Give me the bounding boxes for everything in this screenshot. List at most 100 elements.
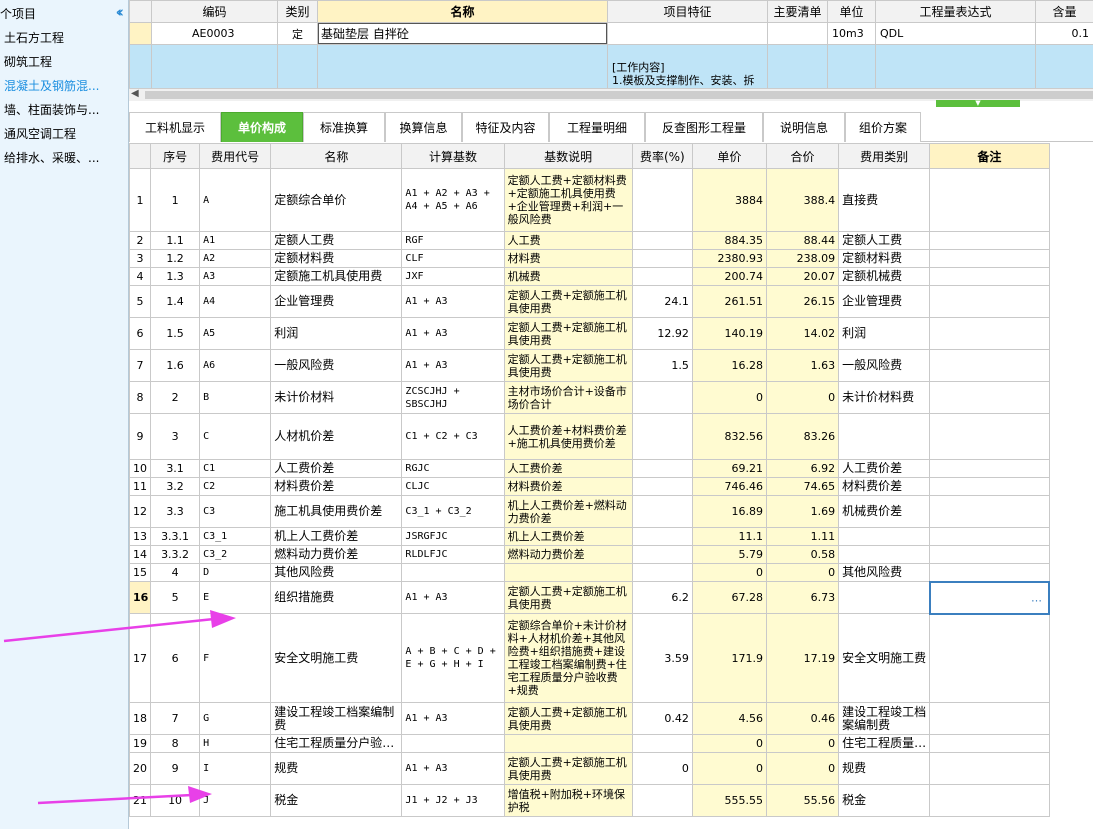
quota-code[interactable]: AE0003: [151, 22, 278, 45]
name-cell[interactable]: 未计价材料: [270, 381, 403, 414]
base-cell[interactable]: A1 + A3: [401, 349, 505, 382]
seq-cell[interactable]: 1.4: [150, 285, 201, 318]
header-name[interactable]: 名称: [317, 0, 608, 23]
desc-cell[interactable]: 定额综合单价+未计价材料+人材机价差+其他风险费+组织措施费+建设工程竣工档案编…: [503, 613, 633, 703]
category-cell[interactable]: 建设工程竣工档案编制费: [838, 702, 931, 735]
rate-cell[interactable]: 24.1: [631, 285, 693, 318]
work-content-row[interactable]: [工作内容] 1.模板及支撑制作、安装、拆: [129, 44, 1093, 89]
tab-6[interactable]: 工程量明细: [549, 112, 645, 142]
code-cell[interactable]: C3: [199, 495, 272, 528]
rate-cell[interactable]: [631, 734, 693, 753]
name-cell[interactable]: 定额施工机具使用费: [270, 267, 403, 286]
remark-cell[interactable]: [929, 527, 1050, 546]
base-cell[interactable]: [401, 563, 505, 582]
remark-cell[interactable]: [929, 613, 1050, 703]
remark-cell[interactable]: [929, 168, 1050, 232]
total-cell[interactable]: 17.19: [765, 613, 840, 703]
code-cell[interactable]: A2: [199, 249, 272, 268]
rate-cell[interactable]: [631, 563, 693, 582]
tab-5[interactable]: 特征及内容: [462, 112, 549, 142]
seq-cell[interactable]: 1.2: [150, 249, 201, 268]
remark-cell[interactable]: [929, 285, 1050, 318]
price-cell[interactable]: 3884: [691, 168, 767, 232]
header-base[interactable]: 计算基数: [401, 143, 505, 169]
price-cell[interactable]: 746.46: [691, 477, 767, 496]
table-row[interactable]: 11 3.2 C2 材料费价差 CLJC 材料费价差 746.46 74.65 材料费价差: [129, 477, 1050, 496]
tab-1[interactable]: 工料机显示: [129, 112, 221, 142]
rate-cell[interactable]: [631, 459, 693, 478]
quota-type[interactable]: 定: [277, 22, 318, 45]
table-row[interactable]: 15 4 D 其他风险费 0 0 其他风险费: [129, 563, 1050, 582]
code-cell[interactable]: A5: [199, 317, 272, 350]
sidebar-item[interactable]: 给排水、采暖、...: [0, 146, 128, 170]
tab-7[interactable]: 反查图形工程量: [645, 112, 763, 142]
desc-cell[interactable]: 定额人工费+定额施工机具使用费: [503, 752, 633, 785]
seq-cell[interactable]: 3.3: [150, 495, 201, 528]
total-cell[interactable]: 55.56: [765, 784, 840, 817]
table-row[interactable]: 9 3 C 人材机价差 C1 + C2 + C3 人工费价差+材料费价差+施工机具使用费价…: [129, 413, 1050, 460]
rate-cell[interactable]: 0.42: [631, 702, 693, 735]
desc-cell[interactable]: 机上人工费价差+燃料动力费价差: [503, 495, 633, 528]
seq-cell[interactable]: 2: [150, 381, 201, 414]
quota-expr[interactable]: QDL: [875, 22, 1036, 45]
remark-cell[interactable]: [929, 267, 1050, 286]
total-cell[interactable]: 0.46: [765, 702, 840, 735]
desc-cell[interactable]: 材料费价差: [503, 477, 633, 496]
rate-cell[interactable]: [631, 413, 693, 460]
table-row[interactable]: 19 8 H 住宅工程质量分户验… 0 0 住宅工程质量…: [129, 734, 1050, 753]
sidebar-item[interactable]: 通风空调工程: [0, 122, 128, 146]
table-row[interactable]: 12 3.3 C3 施工机具使用费价差 C3_1 + C3_2 机上人工费价差+燃料动力费…: [129, 495, 1050, 528]
name-cell[interactable]: 人材机价差: [270, 413, 403, 460]
price-cell[interactable]: 4.56: [691, 702, 767, 735]
category-cell[interactable]: 定额材料费: [838, 249, 931, 268]
category-cell[interactable]: 住宅工程质量…: [838, 734, 931, 753]
name-cell[interactable]: 利润: [270, 317, 403, 350]
rate-cell[interactable]: 0: [631, 752, 693, 785]
seq-cell[interactable]: 3.2: [150, 477, 201, 496]
name-cell[interactable]: 建设工程竣工档案编制费: [270, 702, 403, 735]
price-cell[interactable]: 140.19: [691, 317, 767, 350]
seq-cell[interactable]: 3.3.2: [150, 545, 201, 564]
table-row[interactable]: 18 7 G 建设工程竣工档案编制费 A1 + A3 定额人工费+定额施工机具使用费 0.4…: [129, 702, 1050, 735]
quota-name-input[interactable]: 基础垫层 自拌砼: [318, 23, 607, 44]
ellipsis-button[interactable]: …: [1031, 591, 1042, 604]
double-chevron-left-icon[interactable]: ‹‹: [116, 3, 125, 21]
sidebar-item[interactable]: 墙、柱面装饰与...: [0, 98, 128, 122]
table-row[interactable]: 17 6 F 安全文明施工费 A + B + C + D + E + G + H + I…: [129, 613, 1050, 703]
desc-cell[interactable]: 材料费: [503, 249, 633, 268]
sidebar-item[interactable]: 砌筑工程: [0, 50, 128, 74]
seq-cell[interactable]: 4: [150, 563, 201, 582]
base-cell[interactable]: A1 + A3: [401, 317, 505, 350]
code-cell[interactable]: A4: [199, 285, 272, 318]
desc-cell[interactable]: 增值税+附加税+环境保护税: [503, 784, 633, 817]
quota-row[interactable]: AE0003 定 基础垫层 自拌砼 10m3 QDL 0.1: [129, 22, 1093, 45]
code-cell[interactable]: C3_2: [199, 545, 272, 564]
header-remark[interactable]: 备注: [929, 143, 1050, 169]
sidebar-item[interactable]: 土石方工程: [0, 26, 128, 50]
tab-9[interactable]: 组价方案: [845, 112, 921, 142]
remark-cell[interactable]: [929, 381, 1050, 414]
code-cell[interactable]: J: [199, 784, 272, 817]
scroll-left-icon[interactable]: ◀: [131, 88, 139, 99]
total-cell[interactable]: 74.65: [765, 477, 840, 496]
rate-cell[interactable]: 3.59: [631, 613, 693, 703]
name-cell[interactable]: 人工费价差: [270, 459, 403, 478]
category-cell[interactable]: 利润: [838, 317, 931, 350]
base-cell[interactable]: JXF: [401, 267, 505, 286]
rate-cell[interactable]: 6.2: [631, 581, 693, 614]
rate-cell[interactable]: [631, 545, 693, 564]
header-category[interactable]: 费用类别: [838, 143, 931, 169]
base-cell[interactable]: RGJC: [401, 459, 505, 478]
rate-cell[interactable]: [631, 527, 693, 546]
total-cell[interactable]: 0: [765, 734, 840, 753]
price-cell[interactable]: 200.74: [691, 267, 767, 286]
price-cell[interactable]: 884.35: [691, 231, 767, 250]
scrollbar-thumb[interactable]: [145, 91, 1093, 99]
remark-cell[interactable]: [929, 317, 1050, 350]
name-cell[interactable]: 其他风险费: [270, 563, 403, 582]
name-cell[interactable]: 燃料动力费价差: [270, 545, 403, 564]
price-cell[interactable]: 0: [691, 563, 767, 582]
panel-splitter-handle[interactable]: ▼: [936, 100, 1020, 107]
seq-cell[interactable]: 1.6: [150, 349, 201, 382]
tab-3[interactable]: 标准换算: [303, 112, 385, 142]
